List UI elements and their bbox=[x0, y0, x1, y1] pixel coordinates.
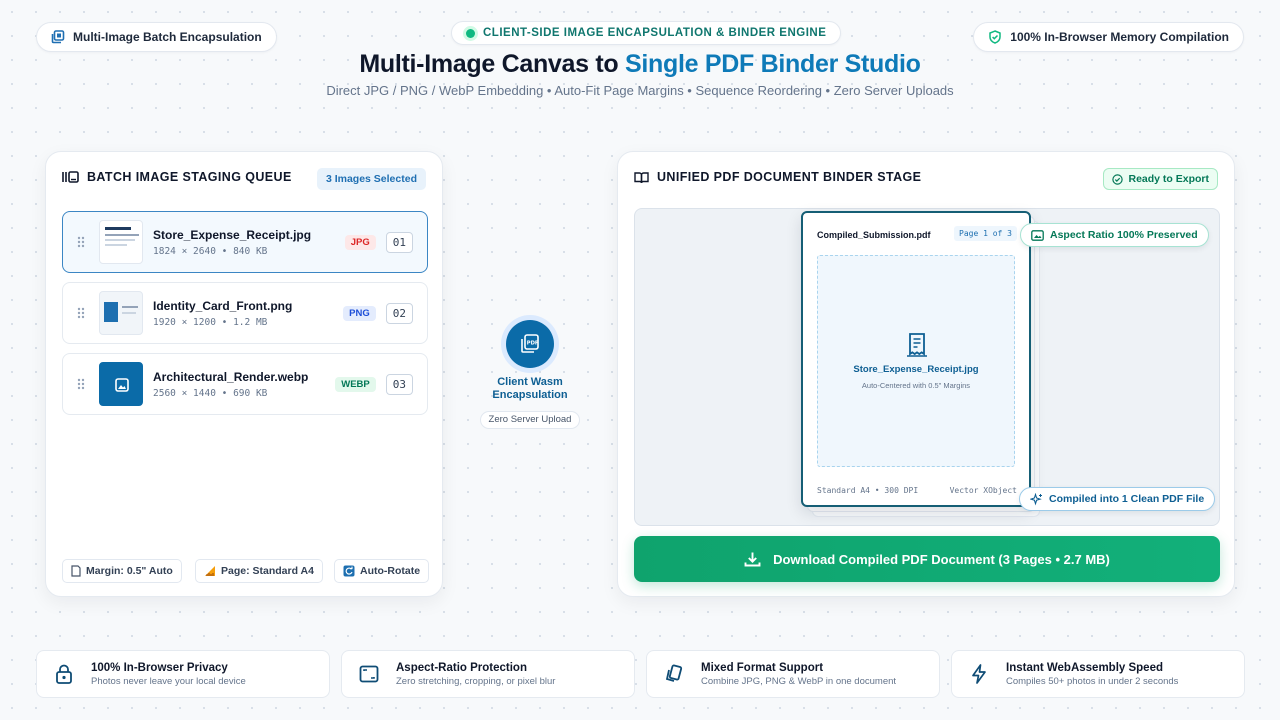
staging-queue-card: BATCH IMAGE STAGING QUEUE 3 Images Selec… bbox=[45, 151, 443, 597]
status-dot-icon bbox=[466, 28, 475, 38]
wasm-engine-badge: PDF bbox=[506, 320, 554, 368]
feature-title: Instant WebAssembly Speed bbox=[1006, 661, 1163, 674]
queue-item-identity-card[interactable]: Identity_Card_Front.png 1920 × 1200 • 1.… bbox=[62, 282, 428, 344]
frame-icon bbox=[359, 665, 379, 683]
engine-status-label: CLIENT-SIDE IMAGE ENCAPSULATION & BINDER… bbox=[483, 27, 827, 39]
pdf-page-preview[interactable]: Compiled_Submission.pdf Page 1 of 3 Stor… bbox=[801, 211, 1031, 507]
download-icon bbox=[744, 552, 761, 566]
page-size-option-button[interactable]: Page: Standard A4 bbox=[195, 559, 323, 583]
image-placement-area: Store_Expense_Receipt.jpg Auto-Centered … bbox=[817, 255, 1015, 467]
queue-icon bbox=[62, 171, 79, 183]
margin-option-label: Margin: 0.5" Auto bbox=[86, 565, 173, 577]
placed-image-name: Store_Expense_Receipt.jpg bbox=[853, 364, 979, 375]
receipt-thumbnail bbox=[99, 220, 143, 264]
memory-compilation-label: 100% In-Browser Memory Compilation bbox=[1010, 30, 1229, 44]
object-type-info: Vector XObject bbox=[949, 486, 1017, 495]
binder-title: UNIFIED PDF DOCUMENT BINDER STAGE bbox=[657, 170, 922, 184]
feature-aspect-ratio: Aspect-Ratio Protection Zero stretching, … bbox=[341, 650, 635, 698]
feature-mixed-format: Mixed Format Support Combine JPG, PNG & W… bbox=[646, 650, 940, 698]
pdf-preview-stage: Compiled_Submission.pdf Page 1 of 3 Stor… bbox=[634, 208, 1220, 526]
feature-subtitle: Zero stretching, cropping, or pixel blur bbox=[396, 675, 556, 687]
drag-handle-icon[interactable] bbox=[63, 378, 99, 390]
rotate-icon bbox=[343, 565, 355, 577]
format-tag-jpg: JPG bbox=[344, 234, 376, 250]
compiled-file-chip: Compiled into 1 Clean PDF File bbox=[1019, 487, 1216, 511]
images-icon bbox=[51, 30, 65, 44]
batch-mode-label: Multi-Image Batch Encapsulation bbox=[73, 30, 262, 44]
aspect-ratio-icon bbox=[1031, 229, 1044, 241]
layers-icon bbox=[665, 664, 683, 682]
memory-compilation-pill[interactable]: 100% In-Browser Memory Compilation bbox=[973, 22, 1244, 52]
pdf-stack-icon: PDF bbox=[521, 334, 539, 353]
page-title: Multi-Image Canvas to Single PDF Binder … bbox=[0, 50, 1280, 79]
zero-upload-tag: Zero Server Upload bbox=[480, 411, 580, 429]
placement-note: Auto-Centered with 0.5" Margins bbox=[861, 381, 971, 390]
page-subtitle: Direct JPG / PNG / WebP Embedding • Auto… bbox=[326, 83, 954, 98]
auto-rotate-option-button[interactable]: Auto-Rotate bbox=[334, 559, 430, 583]
feature-subtitle: Compiles 50+ photos in under 2 seconds bbox=[1006, 675, 1179, 687]
book-icon bbox=[634, 171, 649, 183]
queue-item-name: Architectural_Render.webp bbox=[153, 369, 309, 384]
queue-item-architectural-render[interactable]: Architectural_Render.webp 2560 × 1440 • … bbox=[62, 353, 428, 415]
feature-subtitle: Photos never leave your local device bbox=[91, 675, 246, 687]
format-tag-webp: WEBP bbox=[335, 376, 376, 392]
drag-handle-icon[interactable] bbox=[63, 307, 99, 319]
queue-item-meta: 1920 × 1200 • 1.2 MB bbox=[153, 316, 268, 328]
lightning-icon bbox=[972, 664, 986, 684]
aspect-ratio-chip: Aspect Ratio 100% Preserved bbox=[1020, 223, 1209, 247]
download-pdf-label: Download Compiled PDF Document (3 Pages … bbox=[773, 551, 1110, 567]
ready-to-export-badge: Ready to Export bbox=[1103, 168, 1218, 190]
render-thumbnail bbox=[99, 362, 143, 406]
queue-item-name: Store_Expense_Receipt.jpg bbox=[153, 227, 312, 242]
margin-option-button[interactable]: Margin: 0.5" Auto bbox=[62, 559, 182, 583]
images-selected-badge: 3 Images Selected bbox=[316, 168, 426, 190]
ruler-icon bbox=[205, 566, 215, 576]
page-indicator: Page 1 of 3 bbox=[954, 226, 1017, 241]
feature-wasm-speed: Instant WebAssembly Speed Compiles 50+ ph… bbox=[951, 650, 1245, 698]
page-format-info: Standard A4 • 300 DPI bbox=[817, 486, 919, 495]
page-title-accent: Single PDF Binder Studio bbox=[625, 50, 921, 78]
page-title-plain: Multi-Image Canvas to bbox=[359, 50, 626, 78]
receipt-icon bbox=[907, 333, 927, 357]
queue-header: BATCH IMAGE STAGING QUEUE bbox=[62, 170, 292, 184]
queue-item-receipt[interactable]: Store_Expense_Receipt.jpg 1824 × 2640 • … bbox=[62, 211, 428, 273]
sequence-number[interactable]: 03 bbox=[385, 373, 413, 395]
auto-rotate-option-label: Auto-Rotate bbox=[360, 565, 421, 577]
feature-privacy: 100% In-Browser Privacy Photos never leav… bbox=[36, 650, 330, 698]
sequence-number[interactable]: 01 bbox=[385, 231, 413, 253]
queue-item-name: Identity_Card_Front.png bbox=[153, 298, 293, 313]
feature-subtitle: Combine JPG, PNG & WebP in one document bbox=[701, 675, 897, 687]
sequence-number[interactable]: 02 bbox=[385, 302, 413, 324]
engine-status-pill: CLIENT-SIDE IMAGE ENCAPSULATION & BINDER… bbox=[451, 21, 842, 45]
wasm-label: Client Wasm Encapsulation bbox=[492, 376, 568, 401]
check-circle-icon bbox=[1112, 173, 1124, 185]
svg-text:PDF: PDF bbox=[527, 340, 539, 346]
batch-mode-pill[interactable]: Multi-Image Batch Encapsulation bbox=[36, 22, 277, 52]
binder-stage-card: UNIFIED PDF DOCUMENT BINDER STAGE Ready … bbox=[617, 151, 1235, 597]
download-pdf-button[interactable]: Download Compiled PDF Document (3 Pages … bbox=[634, 536, 1220, 582]
shield-check-icon bbox=[989, 30, 1002, 44]
compiled-file-label: Compiled into 1 Clean PDF File bbox=[1049, 493, 1205, 505]
aspect-ratio-label: Aspect Ratio 100% Preserved bbox=[1050, 229, 1198, 241]
identity-card-thumbnail bbox=[99, 291, 143, 335]
pdf-file-name: Compiled_Submission.pdf bbox=[817, 230, 931, 240]
feature-title: Aspect-Ratio Protection bbox=[396, 661, 527, 674]
queue-item-meta: 2560 × 1440 • 690 KB bbox=[153, 387, 268, 399]
page-size-option-label: Page: Standard A4 bbox=[221, 565, 314, 577]
queue-item-meta: 1824 × 2640 • 840 KB bbox=[153, 245, 268, 257]
binder-header: UNIFIED PDF DOCUMENT BINDER STAGE bbox=[634, 170, 921, 184]
sparkle-icon bbox=[1030, 492, 1042, 506]
queue-title: BATCH IMAGE STAGING QUEUE bbox=[87, 170, 292, 184]
lock-icon bbox=[56, 664, 72, 684]
image-icon bbox=[115, 378, 129, 392]
format-tag-png: PNG bbox=[343, 305, 376, 321]
page-icon bbox=[71, 565, 81, 577]
ready-to-export-label: Ready to Export bbox=[1128, 173, 1209, 185]
feature-title: Mixed Format Support bbox=[701, 661, 824, 674]
drag-handle-icon[interactable] bbox=[63, 236, 99, 248]
feature-title: 100% In-Browser Privacy bbox=[91, 661, 228, 674]
